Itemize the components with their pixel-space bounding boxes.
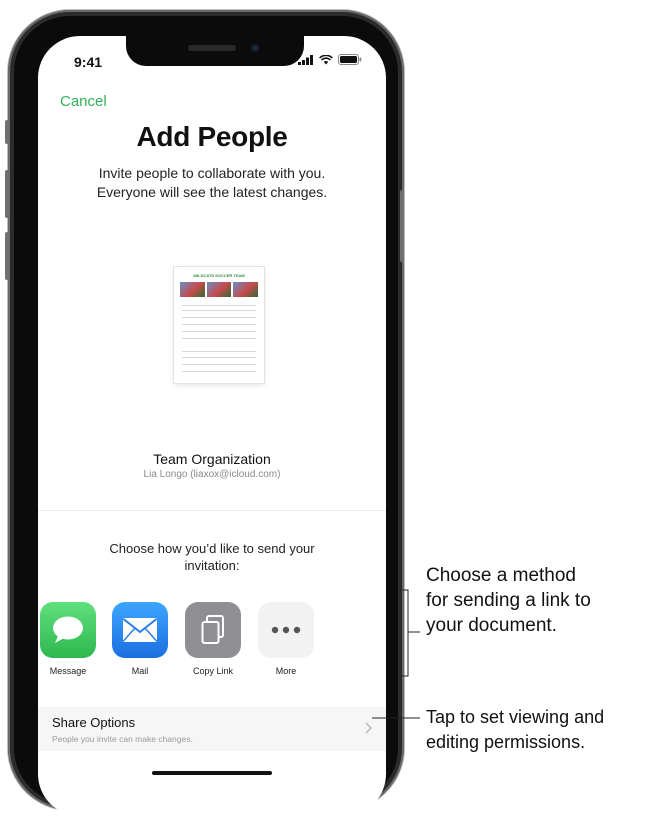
method-callout-line-2: for sending a link to — [426, 590, 591, 611]
permissions-callout: Tap to set viewing and editing permissio… — [426, 705, 604, 755]
method-callout-line-3: your document. — [426, 615, 557, 636]
callout-leaders — [372, 589, 420, 719]
method-callout: Choose a method for sending a link to yo… — [426, 563, 591, 638]
permissions-callout-line-2: editing permissions. — [426, 732, 586, 752]
method-bracket — [402, 589, 409, 677]
permissions-callout-line-1: Tap to set viewing and — [426, 707, 605, 727]
method-callout-line-1: Choose a method — [426, 565, 576, 586]
